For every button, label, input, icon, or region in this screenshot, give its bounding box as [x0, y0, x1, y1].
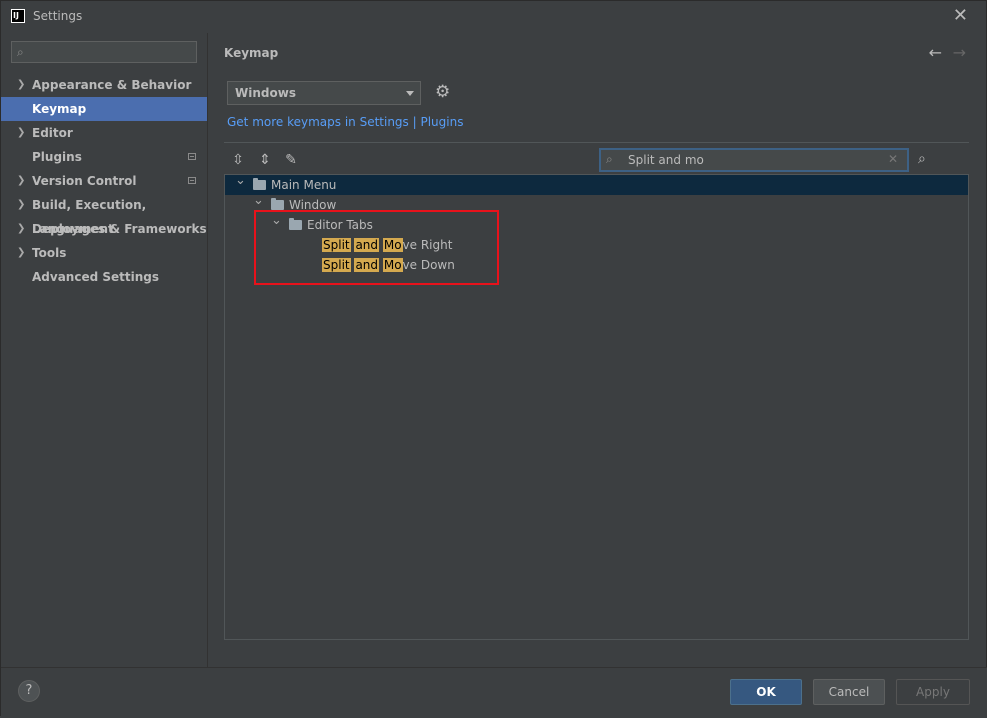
settings-nav: ❯ Appearance & Behavior Keymap ❯ Editor Plugi… [1, 73, 207, 289]
tree-folder-row[interactable]: ⌄ Window [225, 193, 968, 215]
sidebar-item[interactable]: Plugins [1, 145, 207, 169]
edit-shortcut-icon[interactable]: ✎ [283, 152, 299, 168]
sidebar-item-label: Keymap [32, 102, 87, 116]
settings-sidebar: ⌕ ❯ Appearance & Behavior Keymap ❯ Editor Plu… [1, 33, 208, 667]
intellij-icon: IJ [11, 9, 25, 23]
keymap-action-tree: ⌄ Main Menu ⌄ Window ⌄ Editor Tabs Split and M… [224, 173, 969, 640]
settings-window: IJ Settings ✕ ⌕ ❯ Appearance & Behavior Ke… [0, 0, 987, 718]
tree-node-label: Main Menu [271, 178, 337, 192]
cancel-button[interactable]: Cancel [813, 679, 885, 705]
page-title: Keymap [224, 46, 279, 60]
keymap-panel: Keymap ← → Windows ⚙ Get more keymaps in… [208, 33, 987, 667]
forward-arrow-icon[interactable]: → [953, 43, 966, 62]
chevron-right-icon[interactable]: ❯ [17, 169, 25, 193]
search-match-highlight: and [354, 258, 380, 272]
clear-search-icon[interactable]: ✕ [888, 152, 898, 166]
back-arrow-icon[interactable]: ← [929, 43, 942, 62]
project-level-icon [188, 177, 196, 184]
search-match-highlight: Mo [382, 258, 403, 272]
chevron-right-icon[interactable]: ❯ [17, 217, 25, 241]
window-title: Settings [33, 9, 83, 23]
gear-icon[interactable]: ⚙ [435, 82, 450, 102]
chevron-right-icon[interactable]: ❯ [17, 241, 25, 265]
chevron-right-icon[interactable]: ❯ [17, 121, 25, 145]
tree-node-label: Editor Tabs [307, 218, 373, 232]
search-match-highlight: Mo [382, 238, 403, 252]
folder-icon [289, 218, 302, 230]
tree-folder-row[interactable]: ⌄ Main Menu [225, 173, 968, 195]
search-icon: ⌕ [17, 45, 24, 59]
search-match-highlight: and [354, 238, 380, 252]
chevron-down-icon [406, 91, 414, 96]
apply-button[interactable]: Apply [896, 679, 970, 705]
keymap-search-input[interactable]: ⌕ Split and mo ✕ [599, 148, 909, 172]
chevron-right-icon[interactable]: ❯ [17, 193, 25, 217]
tree-action-label: Split and Move Right [322, 235, 452, 255]
tree-folder-row[interactable]: ⌄ Editor Tabs [225, 213, 968, 235]
sidebar-item[interactable]: Advanced Settings [1, 265, 207, 289]
search-icon: ⌕ [606, 152, 613, 166]
sidebar-item[interactable]: ❯ Tools [1, 241, 207, 265]
keymap-dropdown-value: Windows [235, 86, 296, 100]
menu-folder-icon [253, 178, 266, 190]
folder-icon [271, 198, 284, 210]
get-more-keymaps-link[interactable]: Get more keymaps in Settings | Plugins [227, 115, 463, 129]
sidebar-item-label: Appearance & Behavior [32, 78, 192, 92]
ok-button[interactable]: OK [730, 679, 802, 705]
sidebar-item[interactable]: ❯ Appearance & Behavior [1, 73, 207, 97]
keymap-search-value: Split and mo [628, 153, 704, 167]
chevron-right-icon[interactable]: ❯ [17, 73, 25, 97]
project-level-icon [188, 153, 196, 160]
help-button[interactable]: ? [18, 680, 40, 702]
sidebar-item-label: Plugins [32, 150, 82, 164]
sidebar-item-label: Tools [32, 246, 67, 260]
sidebar-item[interactable]: Keymap [1, 97, 207, 121]
title-bar: IJ Settings ✕ [1, 1, 986, 33]
collapse-all-icon[interactable]: ⇕ [257, 152, 273, 168]
close-icon[interactable]: ✕ [953, 5, 968, 26]
sidebar-item-label: Advanced Settings [32, 270, 160, 284]
action-text: ve Right [402, 238, 453, 252]
expand-all-icon[interactable]: ⇳ [230, 152, 246, 168]
sidebar-search-input[interactable]: ⌕ [11, 41, 197, 63]
tree-node-label: Window [289, 198, 337, 212]
sidebar-item[interactable]: ❯ Editor [1, 121, 207, 145]
keymap-dropdown[interactable]: Windows [227, 81, 421, 105]
sidebar-item[interactable]: ❯ Build, Execution, Deployment [1, 193, 207, 236]
search-match-highlight: Split [322, 238, 351, 252]
chevron-down-icon[interactable]: ⌄ [253, 191, 264, 211]
search-match-highlight: Split [322, 258, 351, 272]
sidebar-item-label: Version Control [32, 174, 137, 188]
chevron-down-icon[interactable]: ⌄ [235, 171, 246, 191]
tree-action-label: Split and Move Down [322, 255, 455, 275]
action-text: ve Down [402, 258, 455, 272]
tree-action-row[interactable]: Split and Move Down [225, 255, 968, 275]
chevron-down-icon[interactable]: ⌄ [271, 211, 282, 231]
find-by-shortcut-icon[interactable]: ⌕ [918, 151, 926, 167]
keymap-toolbar: ⇳ ⇕ ✎ ⌕ Split and mo ✕ ⌕ [224, 142, 969, 175]
sidebar-item-label: Editor [32, 126, 73, 140]
sidebar-item[interactable]: ❯ Languages & Frameworks [1, 217, 207, 241]
sidebar-item-label: Languages & Frameworks [32, 222, 207, 236]
tree-action-row[interactable]: Split and Move Right [225, 235, 968, 255]
dialog-footer: ? OK Cancel Apply [1, 667, 987, 718]
sidebar-item[interactable]: ❯ Version Control [1, 169, 207, 193]
